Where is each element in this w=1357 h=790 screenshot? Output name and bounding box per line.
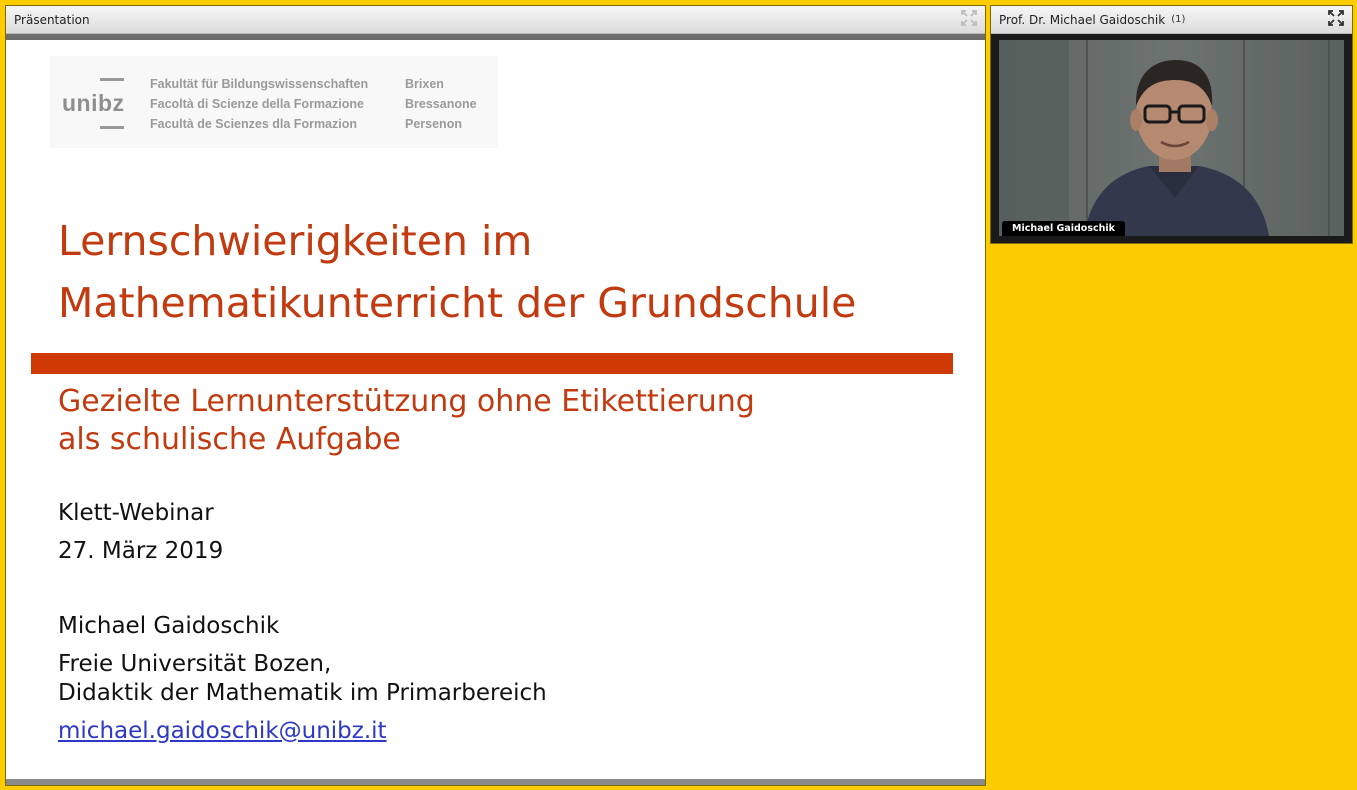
camera-pod-header: Prof. Dr. Michael Gaidoschik (1) xyxy=(991,6,1352,34)
slide-subtitle-line: Gezielte Lernunterstützung ohne Etiketti… xyxy=(58,384,755,419)
camera-pod: Prof. Dr. Michael Gaidoschik (1) Michael… xyxy=(990,5,1353,244)
affiliation-line: Didaktik der Mathematik im Primarbereich xyxy=(58,680,547,706)
camera-frame xyxy=(991,34,1352,243)
city-line: Bressanone xyxy=(405,97,477,111)
fullscreen-icon[interactable] xyxy=(961,10,977,29)
faculty-line: Fakultät für Bildungswissenschaften xyxy=(150,77,369,91)
slide-title: Lernschwierigkeiten im Mathematikunterri… xyxy=(58,210,958,334)
fullscreen-icon[interactable] xyxy=(1328,10,1344,29)
slide-title-line: Mathematikunterricht der Grundschule xyxy=(58,279,857,327)
camera-pod-title: Prof. Dr. Michael Gaidoschik xyxy=(999,12,1166,27)
presentation-pod-header: Präsentation xyxy=(6,6,985,34)
slide-subtitle-line: als schulische Aufgabe xyxy=(58,422,401,457)
logo-wordmark: unibz xyxy=(62,90,125,116)
slide-title-line: Lernschwierigkeiten im xyxy=(58,217,533,265)
event-name: Klett-Webinar xyxy=(58,500,214,526)
faculty-line: Facoltà di Scienze della Formazione xyxy=(150,97,364,111)
unibz-logo: unibz Fakultät für Bildungswissenschafte… xyxy=(50,56,498,148)
presentation-toolbar-strip xyxy=(6,34,985,40)
presentation-pod: Präsentation unibz Fakultät für Bildungs… xyxy=(5,5,986,786)
slide-subtitle: Gezielte Lernunterstützung ohne Etiketti… xyxy=(58,383,958,459)
author-name: Michael Gaidoschik xyxy=(58,613,280,639)
event-date: 27. März 2019 xyxy=(58,538,224,564)
city-line: Brixen xyxy=(405,77,444,91)
participant-name-tag: Michael Gaidoschik xyxy=(1002,221,1125,236)
slide: unibz Fakultät für Bildungswissenschafte… xyxy=(6,42,985,780)
presentation-pod-title: Präsentation xyxy=(14,12,90,27)
affiliation-line: Freie Universität Bozen, xyxy=(58,651,332,677)
webcam-video xyxy=(999,40,1344,236)
title-divider xyxy=(31,353,953,374)
presentation-bottom-bar xyxy=(6,779,985,785)
faculty-line: Facultà de Scienzes dla Formazion xyxy=(150,117,358,131)
city-line: Persenon xyxy=(405,117,462,131)
email-link[interactable]: michael.gaidoschik@unibz.it xyxy=(58,718,387,744)
participant-count: (1) xyxy=(1171,14,1186,25)
